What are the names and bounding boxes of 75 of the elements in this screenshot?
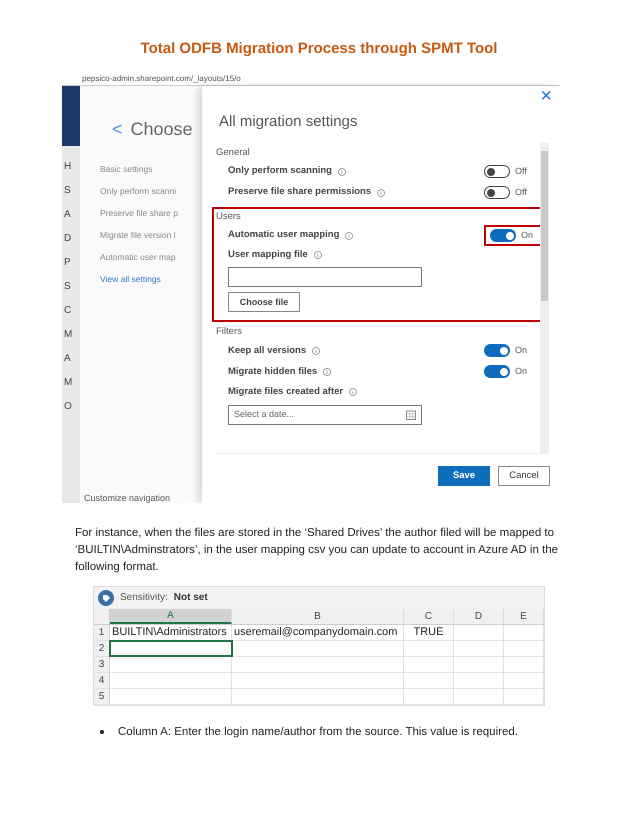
row-header[interactable]: 3 [94,656,110,672]
address-bar-url[interactable]: pepsico-admin.sharepoint.com/_layouts/15/o [82,74,241,82]
toggle-switch[interactable] [484,186,510,199]
tag-icon [98,590,114,606]
nav-item[interactable]: S [64,280,80,294]
info-icon[interactable] [338,168,346,176]
section-heading: General [215,146,251,160]
save-button[interactable]: Save [438,466,490,486]
setting-label: User mapping file [228,248,308,262]
cancel-button[interactable]: Cancel [498,466,550,486]
input-field[interactable] [228,267,422,288]
nav-item[interactable]: P [64,256,80,270]
toggle-state-label: On [515,344,528,357]
column-header[interactable]: C [404,608,454,624]
sensitivity-label: Sensitivity: [120,591,168,605]
bullet-text: Column A: Enter the login name/author from the source. This value is required. [118,724,518,740]
toggle-state-label: On [515,365,528,378]
row-header[interactable]: 5 [94,688,110,704]
info-icon[interactable] [323,368,332,376]
page-title: Total ODFB Migration Process through SPMT Tool [140,39,498,59]
column-header[interactable]: A [110,608,232,624]
section-heading: Users [215,210,242,224]
nav-item[interactable]: D [64,232,80,246]
choose-file-button[interactable]: Choose file [228,292,300,312]
table-cell: BUILTIN\Administrators [110,624,232,640]
table-cell: TRUE [404,624,454,640]
bullet-icon [100,730,104,734]
column-header[interactable]: D [454,608,504,624]
row-header[interactable]: 1 [94,624,110,640]
toggle-switch[interactable] [490,229,516,242]
setting-label: Migrate files created after [228,385,344,400]
date-field[interactable]: Select a date... [228,404,422,424]
sensitivity-value[interactable]: Not set [174,590,208,605]
setting-label: Only perform scanning [228,164,332,178]
setting-label: Migrate hidden files [228,364,318,379]
toggle-switch[interactable] [484,344,510,358]
toggle-switch[interactable] [484,165,510,178]
panel-heading: All migration settings [219,112,358,132]
header-bar [62,86,80,146]
toggle-state-label: Off [515,164,527,178]
setting-label: Preserve file share permissions [228,185,372,200]
nav-item[interactable]: A [64,208,80,222]
scrollbar-thumb[interactable] [541,151,548,301]
nav-item[interactable]: O [64,400,80,414]
nav-item[interactable]: M [64,376,80,390]
panel-title: Choose [130,118,193,140]
nav-item[interactable]: S [64,184,80,198]
settings-item[interactable]: Migrate file version l [100,228,176,240]
info-icon[interactable] [377,188,386,196]
toggle-switch[interactable] [484,365,510,378]
view-all-settings-link[interactable]: View all settings [100,272,161,284]
toggle-state-label: Off [515,186,527,199]
info-icon[interactable] [312,346,320,355]
row-header[interactable]: 4 [94,672,110,688]
customize-navigation-link[interactable]: Customize navigation [84,492,170,502]
section-label: Basic settings [100,162,152,174]
nav-item[interactable]: H [64,160,80,174]
setting-label: Keep all versions [228,344,306,358]
info-icon[interactable] [345,232,354,240]
column-header[interactable]: E [504,608,544,624]
scrollbar[interactable] [540,143,549,453]
close-button[interactable]: × [540,86,552,106]
info-icon[interactable] [314,251,322,260]
setting-label: Automatic user mapping [228,228,340,242]
body-paragraph: For instance, when the files are stored in the ‘Shared Drives’ the author filed will be mapped to ‘BUILTIN\Adminstrators’, in the user mapping csv you can update to account in Azure AD in the following format. [75,526,560,574]
column-header[interactable]: B [232,608,404,624]
info-icon[interactable] [349,388,358,396]
nav-item[interactable]: M [64,328,80,342]
settings-item[interactable]: Automatic user map [100,250,176,262]
nav-item[interactable]: A [64,352,80,366]
calendar-icon[interactable] [406,410,416,420]
toggle-state-label: On [521,228,534,242]
nav-item[interactable]: C [64,304,80,318]
table-cell: useremail@companydomain.com [232,624,404,640]
section-heading: Filters [215,325,243,340]
